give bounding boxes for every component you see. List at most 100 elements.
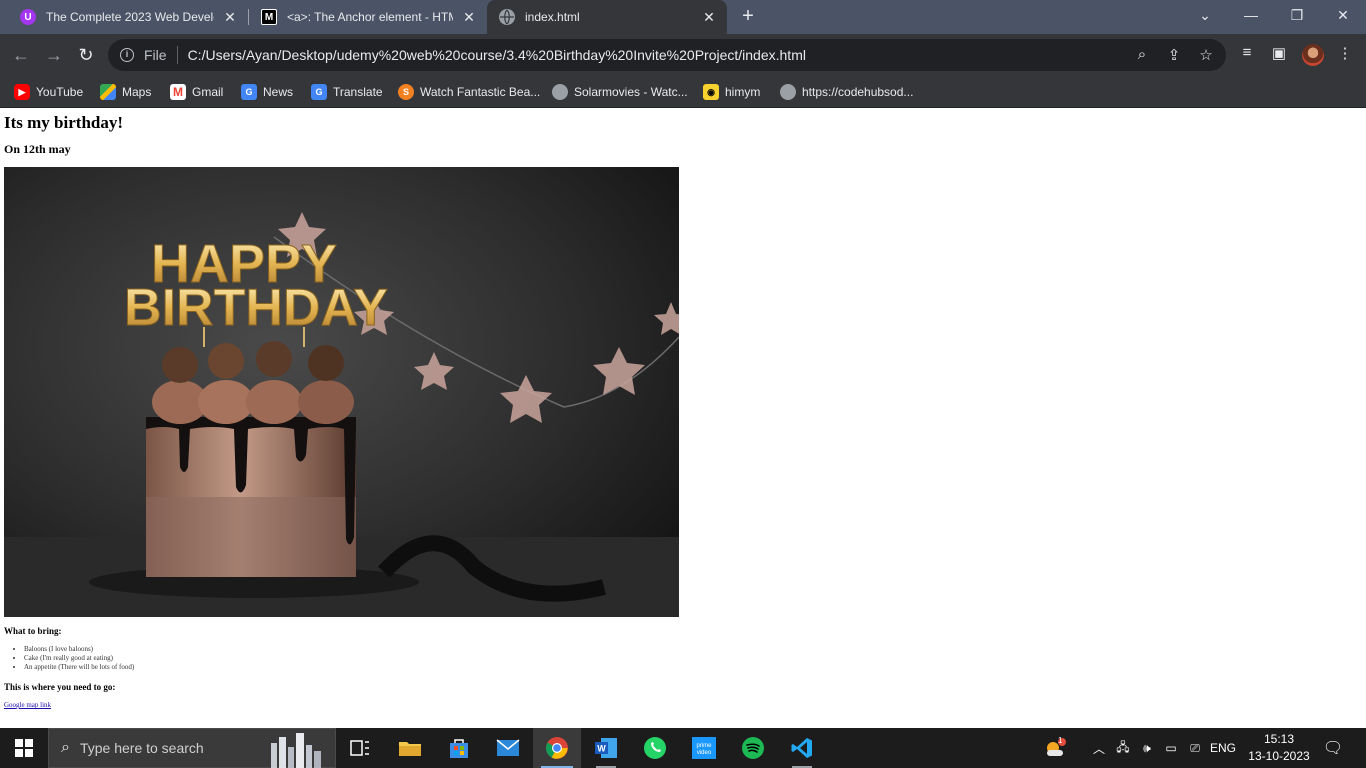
- bookmark-label: himym: [725, 85, 761, 99]
- weather-icon[interactable]: 1: [1040, 728, 1070, 768]
- bring-list: Baloons (I love baloons) Cake (I'm reall…: [24, 645, 134, 672]
- avatar[interactable]: [1302, 44, 1324, 66]
- tab-mdn-anchor[interactable]: M <a>: The Anchor element - HTM ✕: [249, 0, 487, 34]
- bookmark-label: Translate: [333, 85, 383, 99]
- list-item: An appetite (There will be lots of food): [24, 663, 134, 672]
- page-content: Its my birthday! On 12th may HAPPY BIRTH…: [0, 109, 1366, 728]
- taskbar-word[interactable]: W: [582, 728, 630, 768]
- taskbar-file-explorer[interactable]: [386, 728, 434, 768]
- list-item: Baloons (I love baloons): [24, 645, 134, 654]
- forward-button[interactable]: →: [41, 42, 67, 68]
- list-item: Cake (I'm really good at eating): [24, 654, 134, 663]
- google-map-link[interactable]: Google map link: [4, 701, 51, 709]
- system-clock[interactable]: 15:13 13-10-2023: [1244, 731, 1314, 765]
- new-tab-button[interactable]: +: [737, 5, 759, 27]
- bookmark-star-icon[interactable]: ☆: [1196, 46, 1216, 64]
- taskbar-chrome[interactable]: [533, 728, 581, 768]
- menu-kebab-icon[interactable]: ⋮: [1334, 44, 1356, 62]
- clock-date: 13-10-2023: [1248, 749, 1310, 763]
- bookmark-himym[interactable]: ◉ himym: [703, 82, 760, 102]
- minimize-button[interactable]: —: [1228, 0, 1274, 30]
- bookmark-news[interactable]: G News: [241, 82, 293, 102]
- taskbar-store[interactable]: [435, 728, 483, 768]
- spotify-icon: [742, 737, 764, 759]
- show-hidden-icons-chevron-icon[interactable]: ︿: [1090, 728, 1108, 768]
- taskbar-search-input[interactable]: ⌕ Type here to search: [48, 728, 336, 768]
- bookmark-label: https://codehubsod...: [802, 85, 914, 99]
- volume-icon[interactable]: 🕪: [1136, 728, 1158, 768]
- word-icon: W: [595, 738, 617, 758]
- task-view-button[interactable]: [336, 728, 384, 768]
- gmail-icon: M: [170, 84, 186, 100]
- bookmark-translate[interactable]: G Translate: [311, 82, 383, 102]
- page-subtitle: On 12th may: [4, 142, 71, 156]
- battery-icon[interactable]: ▭: [1160, 728, 1182, 768]
- bookmark-youtube[interactable]: ▶ YouTube: [14, 82, 83, 102]
- svg-text:BIRTHDAY: BIRTHDAY: [124, 279, 388, 337]
- clock-time: 15:13: [1263, 732, 1295, 746]
- windows-taskbar: ⌕ Type here to search W prime video 1 ︿ …: [0, 728, 1366, 768]
- windows-logo-icon: [15, 739, 33, 757]
- udemy-icon: U: [20, 9, 36, 25]
- chrome-icon: [546, 737, 568, 759]
- close-tab-icon[interactable]: ✕: [222, 9, 238, 25]
- address-divider: [176, 46, 178, 64]
- share-icon[interactable]: ⇪: [1164, 46, 1184, 64]
- page-title: Its my birthday!: [4, 113, 124, 132]
- file-label: File: [144, 47, 167, 63]
- network-icon[interactable]: 🖧: [1112, 728, 1134, 768]
- site-info-icon[interactable]: i: [120, 48, 134, 62]
- bookmark-fantastic-beasts[interactable]: S Watch Fantastic Bea...: [398, 82, 540, 102]
- close-window-button[interactable]: ✕: [1320, 0, 1366, 30]
- close-tab-icon[interactable]: ✕: [461, 9, 477, 25]
- prime-video-icon: primevideo: [692, 737, 716, 759]
- search-highlight-city-icon: [271, 733, 321, 768]
- action-center-icon[interactable]: 🗨: [1318, 728, 1348, 768]
- svg-text:video: video: [697, 750, 712, 756]
- start-button[interactable]: [0, 728, 48, 768]
- svg-text:W: W: [597, 744, 606, 754]
- meet-now-icon[interactable]: ⎚: [1184, 728, 1206, 768]
- s-icon: S: [398, 84, 414, 100]
- taskbar-spotify[interactable]: [729, 728, 777, 768]
- folder-icon: [399, 742, 421, 756]
- taskbar-mail[interactable]: [484, 728, 532, 768]
- mdn-icon: M: [261, 9, 277, 25]
- tab-title: index.html: [525, 10, 580, 24]
- what-to-bring-heading: What to bring:: [4, 626, 62, 636]
- restore-button[interactable]: ❐: [1274, 0, 1320, 30]
- taskbar-vscode[interactable]: [778, 728, 826, 768]
- svg-text:prime: prime: [696, 743, 712, 749]
- bookmark-label: News: [263, 85, 294, 99]
- tab-index-html[interactable]: index.html ✕: [487, 0, 727, 34]
- tab-title: <a>: The Anchor element - HTM: [287, 10, 453, 24]
- bookmark-solarmovies[interactable]: Solarmovies - Watc...: [552, 82, 688, 102]
- close-tab-icon[interactable]: ✕: [701, 9, 717, 25]
- tab-search-chevron-icon[interactable]: ⌄: [1182, 0, 1228, 30]
- bookmark-label: Gmail: [192, 85, 224, 99]
- url-text[interactable]: C:/Users/Ayan/Desktop/udemy%20web%20cour…: [188, 47, 806, 63]
- globe-icon: [552, 84, 568, 100]
- zoom-icon[interactable]: ⌕: [1132, 46, 1152, 63]
- search-placeholder: Type here to search: [79, 740, 204, 756]
- side-panel-icon[interactable]: ▣: [1268, 44, 1290, 62]
- taskbar-whatsapp[interactable]: [631, 728, 679, 768]
- address-bar[interactable]: i File C:/Users/Ayan/Desktop/udemy%20web…: [108, 39, 1226, 71]
- tab-title: The Complete 2023 Web Develo: [46, 10, 214, 24]
- bookmark-codehubsod[interactable]: https://codehubsod...: [780, 82, 913, 102]
- bookmark-label: YouTube: [36, 85, 84, 99]
- taskbar-prime-video[interactable]: prime video: [680, 728, 728, 768]
- back-button[interactable]: ←: [8, 42, 34, 68]
- tab-udemy[interactable]: U The Complete 2023 Web Develo ✕: [8, 0, 248, 34]
- where-to-go-heading: This is where you need to go:: [4, 682, 116, 692]
- search-icon: ⌕: [61, 739, 70, 756]
- store-icon: [450, 739, 468, 758]
- bookmark-gmail[interactable]: M Gmail: [170, 82, 223, 102]
- reload-button[interactable]: ↻: [73, 42, 99, 68]
- language-indicator[interactable]: ENG: [1208, 728, 1238, 768]
- bookmarks-bar: ▶ YouTube Maps M Gmail G News G Translat…: [0, 76, 1366, 108]
- maps-icon: [100, 84, 116, 100]
- bookmark-maps[interactable]: Maps: [100, 82, 151, 102]
- reading-list-icon[interactable]: ≡: [1236, 44, 1258, 61]
- news-icon: G: [241, 84, 257, 100]
